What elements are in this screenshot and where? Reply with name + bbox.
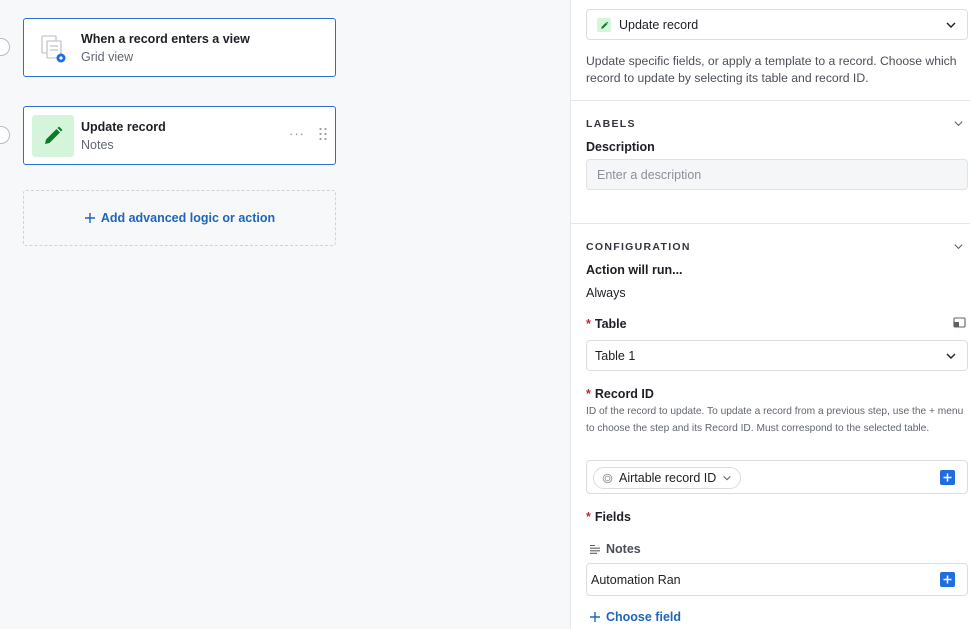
action-title: Update record: [81, 120, 166, 134]
table-value: Table 1: [595, 348, 636, 363]
action-subtitle: Notes: [81, 138, 114, 152]
record-id-token-label: Airtable record ID: [619, 471, 717, 485]
field-value: Automation Ran: [591, 573, 681, 587]
collapse-chevron-icon[interactable]: [953, 118, 964, 129]
description-label: Description: [586, 140, 655, 154]
action-config-panel: Update record Update specific fields, or…: [570, 0, 970, 629]
table-label: * Table: [586, 317, 627, 331]
chevron-down-icon: [946, 353, 956, 359]
drag-handle-icon[interactable]: [318, 127, 328, 141]
labels-section-heading: LABELS: [586, 118, 636, 130]
open-table-icon[interactable]: [953, 317, 966, 328]
insert-value-plus-button[interactable]: [940, 572, 955, 587]
record-id-label: * Record ID: [586, 387, 654, 401]
required-marker: *: [586, 387, 591, 401]
run-condition-label: Action will run...: [586, 263, 683, 277]
action-type-select[interactable]: Update record: [586, 9, 968, 40]
action-type-value: Update record: [619, 17, 699, 32]
view-trigger-icon: [34, 29, 72, 67]
trigger-title: When a record enters a view: [81, 32, 250, 46]
chevron-down-icon: [723, 475, 731, 481]
field-name-row: Notes: [589, 542, 641, 556]
record-id-field[interactable]: Airtable record ID: [586, 460, 968, 494]
add-action-label: Add advanced logic or action: [100, 211, 276, 225]
insert-value-plus-button[interactable]: [940, 470, 955, 485]
choose-field-label: Choose field: [606, 610, 682, 624]
description-input[interactable]: Enter a description: [586, 159, 968, 190]
description-placeholder: Enter a description: [597, 167, 702, 182]
required-marker: *: [586, 317, 591, 331]
plus-icon: [84, 213, 95, 223]
table-select[interactable]: Table 1: [586, 340, 968, 371]
choose-field-button[interactable]: Choose field: [589, 610, 681, 624]
field-name: Notes: [606, 542, 641, 556]
divider: [571, 100, 970, 101]
long-text-icon: [590, 544, 600, 554]
divider: [571, 223, 970, 224]
configuration-section-heading: CONFIGURATION: [586, 241, 691, 253]
more-options-icon[interactable]: ···: [289, 126, 305, 141]
chevron-down-icon: [946, 22, 956, 28]
field-value-input[interactable]: Automation Ran: [586, 563, 968, 596]
record-id-token[interactable]: Airtable record ID: [593, 467, 742, 489]
automation-canvas: When a record enters a view Grid view Up…: [0, 0, 570, 629]
collapse-chevron-icon[interactable]: [953, 241, 964, 252]
fields-label: * Fields: [586, 510, 631, 524]
record-id-help: ID of the record to update. To update a …: [586, 406, 964, 434]
action-description: Update specific fields, or apply a templ…: [586, 54, 957, 85]
run-condition-value[interactable]: Always: [586, 286, 626, 300]
plus-icon: [943, 473, 952, 482]
add-action-button[interactable]: Add advanced logic or action: [23, 190, 336, 246]
plus-icon: [943, 575, 952, 584]
plus-icon: [590, 612, 600, 622]
pencil-icon: [597, 18, 611, 32]
fingerprint-icon: [602, 473, 613, 483]
required-marker: *: [586, 510, 591, 524]
connector-node[interactable]: [0, 126, 10, 144]
connector-node[interactable]: [0, 38, 10, 56]
action-card[interactable]: Update record Notes ···: [23, 106, 336, 165]
pencil-icon: [32, 115, 74, 157]
trigger-card[interactable]: When a record enters a view Grid view: [23, 18, 336, 77]
trigger-subtitle: Grid view: [81, 50, 134, 64]
